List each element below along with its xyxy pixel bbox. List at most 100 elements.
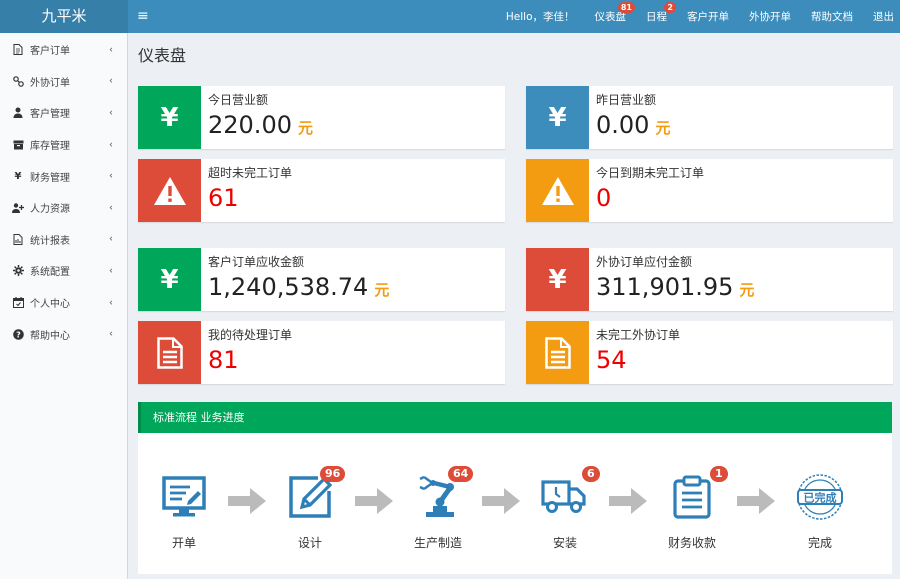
yen-icon: ¥ (526, 248, 589, 311)
arrow-right-icon (482, 488, 520, 514)
stat-unfinished-outsource[interactable]: 未完工外协订单 54 (526, 321, 893, 384)
chevron-left-icon: ‹ (109, 328, 113, 340)
step-label-order: 开单 (171, 536, 196, 550)
question-icon: ? (12, 328, 24, 340)
chevron-left-icon: ‹ (109, 139, 113, 151)
process-step-design[interactable] (280, 475, 340, 523)
chevron-left-icon: ‹ (109, 202, 113, 214)
nav-help-docs[interactable]: 帮助文档 (811, 9, 853, 24)
gear-icon (12, 265, 24, 277)
dashboard-badge: 81 (617, 2, 635, 13)
stat-receivable[interactable]: ¥ 客户订单应收金额 1,240,538.74 元 (138, 248, 505, 311)
sidebar-item-customer-orders[interactable]: 客户订单 ‹ (0, 34, 127, 66)
nav-customer-order[interactable]: 客户开单 (687, 9, 729, 24)
stat-overdue-orders[interactable]: 超时未完工订单 61 (138, 159, 505, 222)
chevron-left-icon: ‹ (109, 297, 113, 309)
yen-icon: ¥ (138, 86, 201, 149)
warning-icon (138, 159, 201, 222)
stat-my-pending-orders[interactable]: 我的待处理订单 81 (138, 321, 505, 384)
top-nav: Hello，李佳！ 仪表盘 81 日程 2 客户开单 外协开单 帮助文档 退出 (506, 0, 894, 33)
sidebar-item-reports[interactable]: 统计报表 ‹ (0, 224, 127, 256)
arrow-right-icon (355, 488, 393, 514)
stat-value: 0.00 (596, 111, 650, 139)
sidebar-item-inventory[interactable]: 库存管理 ‹ (0, 129, 127, 161)
sidebar-item-settings[interactable]: 系统配置 ‹ (0, 255, 127, 287)
user-icon (12, 107, 24, 119)
stat-value: 0 (596, 184, 612, 212)
nav-schedule[interactable]: 日程 2 (646, 2, 676, 24)
chevron-left-icon: ‹ (109, 75, 113, 87)
user-plus-icon (12, 203, 24, 213)
page-title: 仪表盘 (138, 46, 187, 65)
sidebar-item-help[interactable]: ? 帮助中心 ‹ (0, 318, 127, 350)
process-step-complete[interactable]: 已完成 (790, 474, 850, 520)
monitor-icon (162, 476, 206, 522)
stat-unit: 元 (739, 281, 755, 299)
edit-icon (288, 475, 333, 523)
arrow-right-icon (609, 488, 647, 514)
payment-badge: 1 (710, 466, 728, 482)
report-icon (12, 233, 24, 245)
process-panel-title: 标准流程 业务进度 (138, 402, 892, 433)
sidebar-item-personal-center[interactable]: 个人中心 ‹ (0, 287, 127, 319)
stat-value: 1,240,538.74 (208, 273, 369, 301)
chevron-left-icon: ‹ (109, 170, 113, 182)
inbox-icon (12, 140, 24, 150)
robot-arm-icon (416, 475, 460, 523)
chevron-left-icon: ‹ (109, 233, 113, 245)
link-icon (12, 76, 24, 87)
schedule-badge: 2 (664, 2, 676, 13)
user-greeting[interactable]: Hello，李佳！ (506, 9, 575, 24)
chevron-left-icon: ‹ (109, 44, 113, 56)
svg-text:已完成: 已完成 (804, 491, 837, 505)
document-icon (138, 321, 201, 384)
stat-today-revenue[interactable]: ¥ 今日营业额 220.00 元 (138, 86, 505, 149)
manufacturing-badge: 64 (448, 466, 474, 482)
stat-due-today-orders[interactable]: 今日到期未完工订单 0 (526, 159, 893, 222)
stat-value: 81 (208, 346, 239, 374)
stat-unit: 元 (297, 119, 313, 137)
yen-icon: ¥ (138, 248, 201, 311)
stat-value: 61 (208, 184, 239, 212)
sidebar-item-outsource-orders[interactable]: 外协订单 ‹ (0, 66, 127, 98)
stat-value: 54 (596, 346, 627, 374)
svg-text:?: ? (16, 330, 21, 339)
arrow-right-icon (228, 488, 266, 514)
arrow-right-icon (737, 488, 775, 514)
stat-payable[interactable]: ¥ 外协订单应付金额 311,901.95 元 (526, 248, 893, 311)
completed-stamp-icon: 已完成 (795, 473, 845, 525)
sidebar-item-finance[interactable]: ¥ 财务管理 ‹ (0, 160, 127, 192)
yen-icon: ¥ (526, 86, 589, 149)
step-label-manufacturing: 生产制造 (413, 536, 462, 550)
document-icon (526, 321, 589, 384)
app-logo[interactable]: 九平米 (0, 0, 128, 33)
step-label-payment: 财务收款 (667, 536, 716, 550)
process-step-installation[interactable] (534, 478, 594, 520)
warning-icon (526, 159, 589, 222)
nav-logout[interactable]: 退出 (873, 9, 894, 24)
file-icon (12, 44, 24, 56)
chevron-left-icon: ‹ (109, 265, 113, 277)
chevron-left-icon: ‹ (109, 107, 113, 119)
step-label-complete: 完成 (807, 536, 832, 550)
sidebar-item-hr[interactable]: 人力资源 ‹ (0, 192, 127, 224)
sidebar-toggle-icon[interactable]: ≡ (137, 0, 149, 33)
process-step-payment[interactable] (662, 475, 722, 523)
step-label-installation: 安装 (552, 536, 577, 550)
process-step-order[interactable] (154, 476, 214, 522)
calendar-icon (12, 297, 24, 309)
top-header: 九平米 ≡ Hello，李佳！ 仪表盘 81 日程 2 客户开单 外协开单 帮助文档… (0, 0, 900, 33)
stat-value: 311,901.95 (596, 273, 734, 301)
installation-badge: 6 (582, 466, 600, 482)
nav-outsource-order[interactable]: 外协开单 (749, 9, 791, 24)
sidebar-item-customer-management[interactable]: 客户管理 ‹ (0, 97, 127, 129)
yen-icon: ¥ (14, 170, 22, 182)
process-step-manufacturing[interactable] (408, 475, 468, 523)
clipboard-icon (673, 475, 711, 523)
step-label-design: 设计 (297, 536, 322, 550)
stat-value: 220.00 (208, 111, 292, 139)
stat-unit: 元 (374, 281, 390, 299)
stat-yesterday-revenue[interactable]: ¥ 昨日营业额 0.00 元 (526, 86, 893, 149)
nav-dashboard[interactable]: 仪表盘 81 (595, 2, 635, 24)
sidebar: 客户订单 ‹ 外协订单 ‹ 客户管理 ‹ 库存管理 ‹ ¥ 财务管理 ‹ 人力资… (0, 33, 128, 579)
